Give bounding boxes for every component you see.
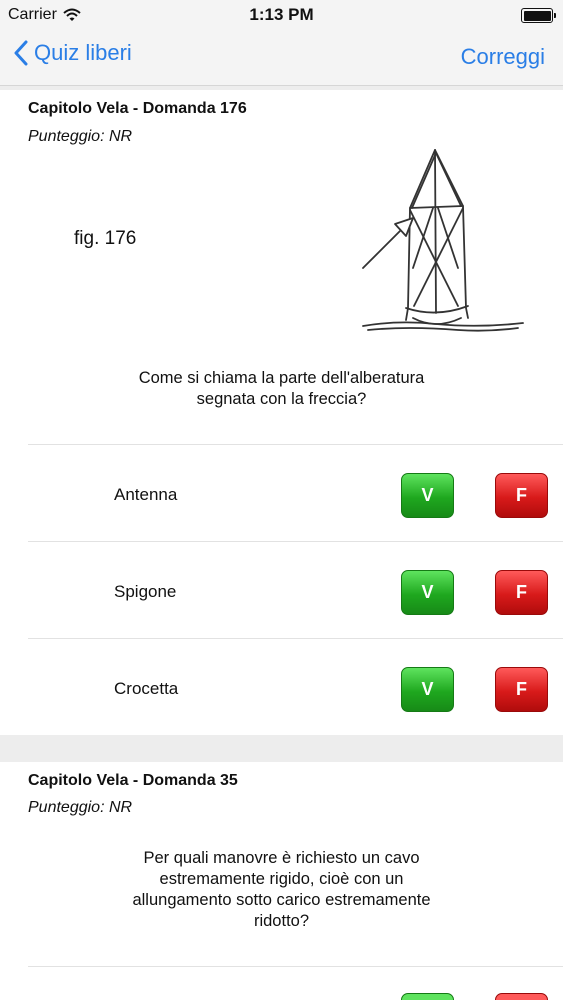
false-button[interactable]: F xyxy=(495,473,548,518)
answer-label: Spigone xyxy=(114,582,177,601)
false-button[interactable] xyxy=(495,993,548,1000)
chevron-left-icon xyxy=(14,40,28,66)
mast-diagram xyxy=(362,149,524,332)
question-line: Come si chiama la parte dell'alberatura xyxy=(138,369,425,387)
navigation-bar: Quiz liberi Correggi xyxy=(0,30,563,86)
answer-label: Antenna xyxy=(114,485,178,504)
question-card: Capitolo Vela - Domanda 176 Punteggio: N… xyxy=(0,90,563,735)
true-button[interactable]: V xyxy=(401,570,454,615)
answer-label: Crocetta xyxy=(114,679,179,698)
answer-row: Spigone V F xyxy=(0,542,563,639)
status-time: 1:13 PM xyxy=(249,5,314,24)
divider xyxy=(28,966,563,967)
question-line: Per quali manovre è richiesto un cavo xyxy=(143,849,420,867)
figure-label: fig. 176 xyxy=(74,228,137,249)
true-button[interactable]: V xyxy=(401,473,454,518)
true-button[interactable]: V xyxy=(401,667,454,712)
question-title: Capitolo Vela - Domanda 176 xyxy=(28,100,247,117)
false-button[interactable]: F xyxy=(495,570,548,615)
question-score: Punteggio: NR xyxy=(28,128,133,145)
question-line: estremamente rigido, cioè con un xyxy=(159,870,404,888)
answer-row: Crocetta V F xyxy=(0,639,563,736)
question-text: Come si chiama la parte dell'alberatura … xyxy=(60,368,503,410)
question-title: Capitolo Vela - Domanda 35 xyxy=(28,772,238,789)
question-line: segnata con la freccia? xyxy=(196,390,367,408)
question-line: ridotto? xyxy=(253,912,310,930)
question-line: allungamento sotto carico estremamente xyxy=(132,891,431,909)
true-button[interactable] xyxy=(401,993,454,1000)
question-card: Capitolo Vela - Domanda 35 Punteggio: NR… xyxy=(0,762,563,1000)
false-button[interactable]: F xyxy=(495,667,548,712)
correct-button[interactable]: Correggi xyxy=(461,44,545,70)
battery-icon xyxy=(521,8,556,23)
back-button-label: Quiz liberi xyxy=(34,40,132,65)
question-score: Punteggio: NR xyxy=(28,799,133,816)
question-text: Per quali manovre è richiesto un cavo es… xyxy=(60,848,503,932)
answer-row: Antenna V F xyxy=(0,445,563,542)
back-button[interactable]: Quiz liberi xyxy=(14,40,132,66)
status-bar: Carrier 1:13 PM xyxy=(0,0,563,30)
